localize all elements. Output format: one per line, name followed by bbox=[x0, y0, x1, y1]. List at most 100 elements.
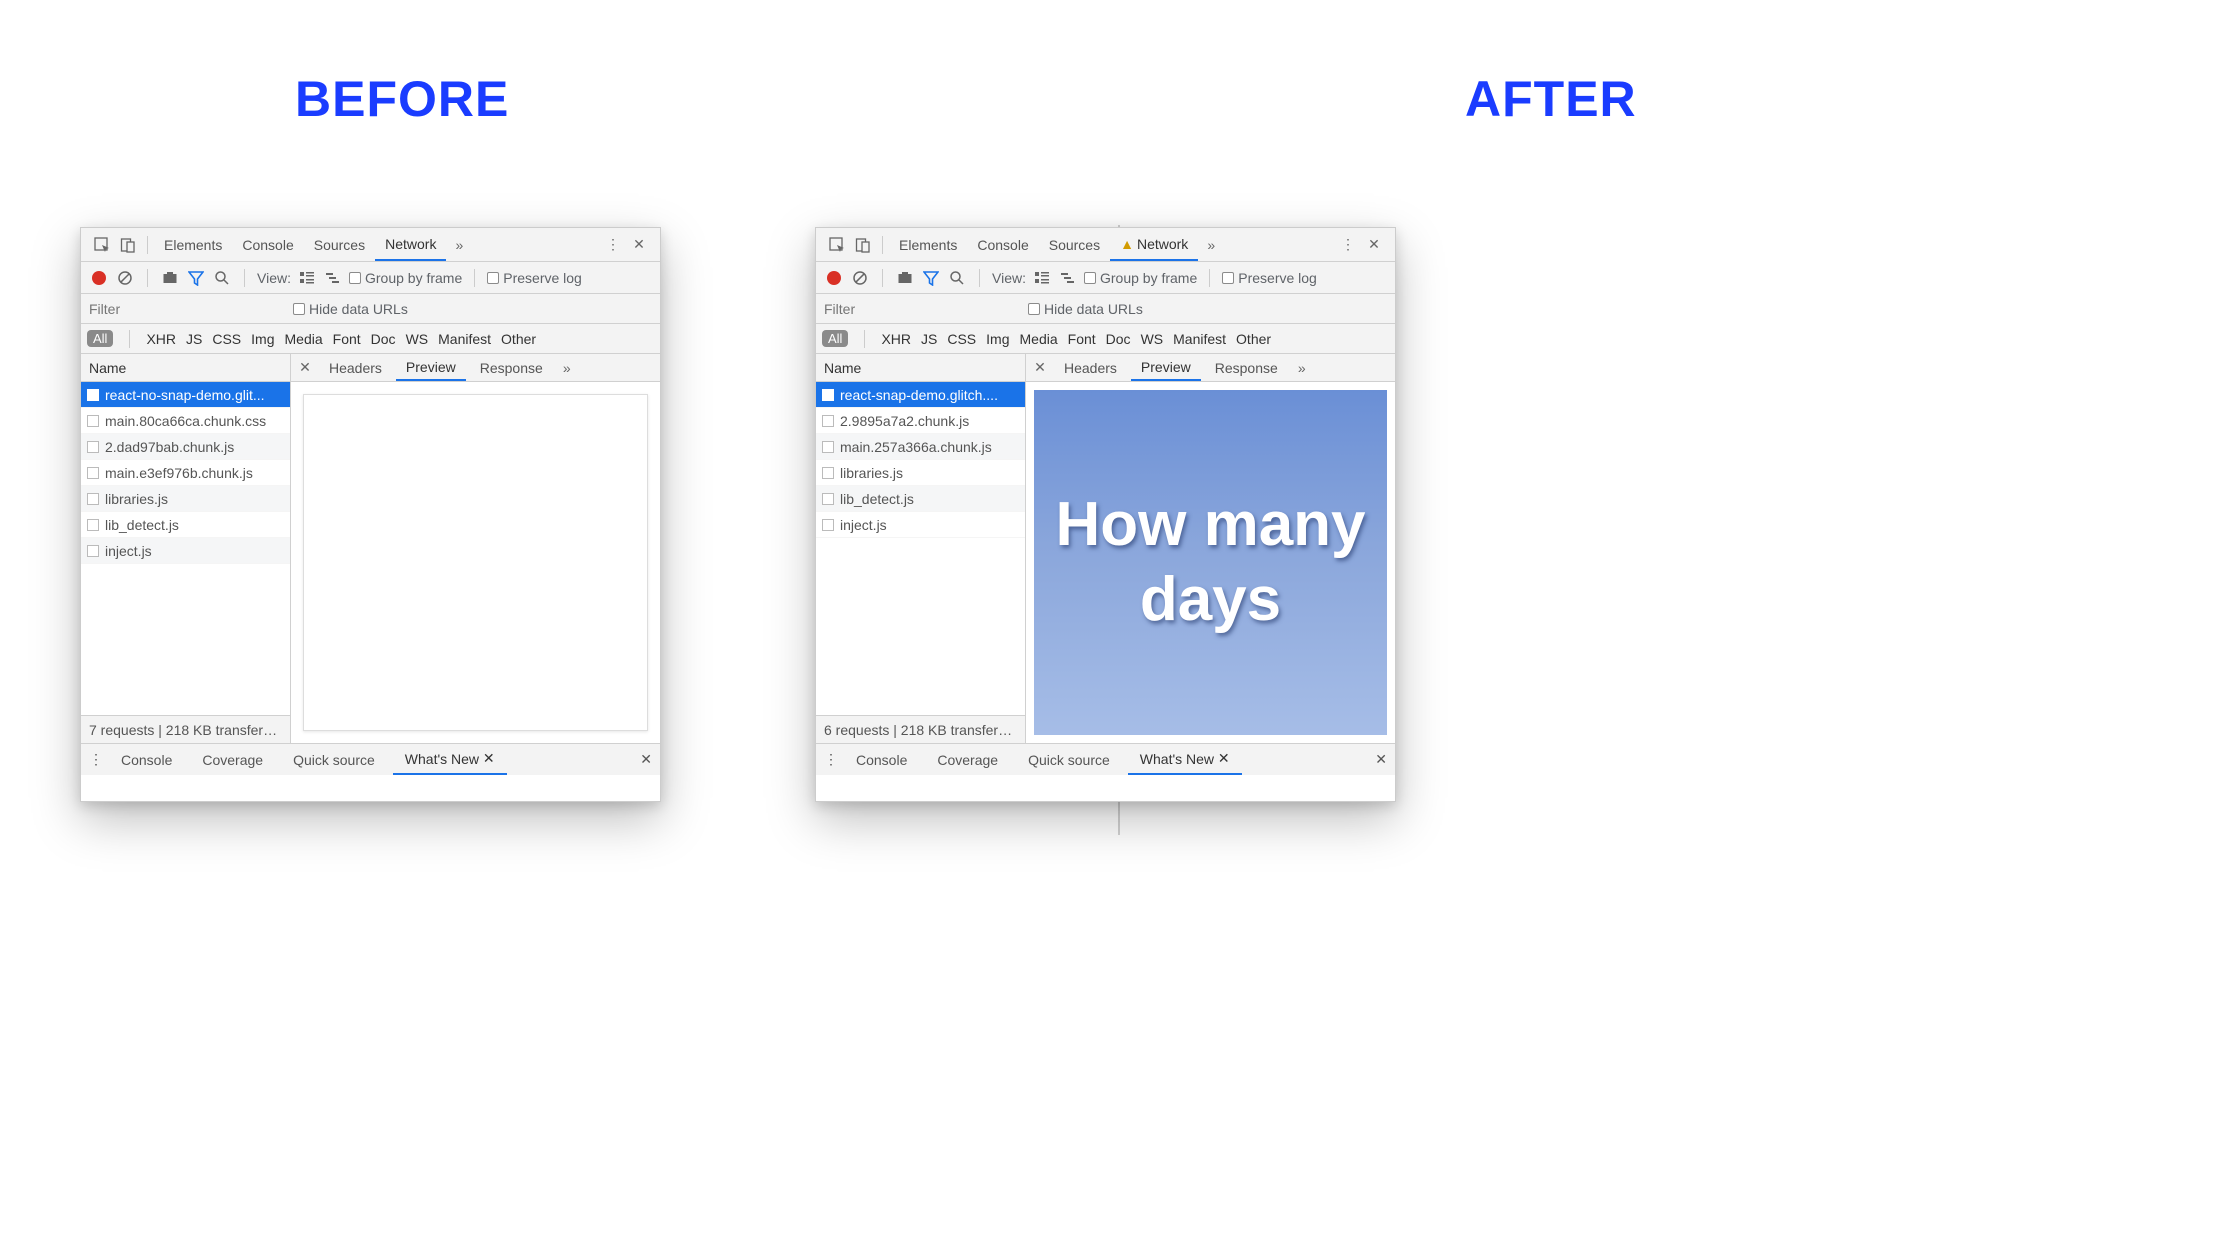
tab-sources[interactable]: Sources bbox=[1039, 228, 1110, 261]
device-toggle-icon[interactable] bbox=[117, 234, 139, 256]
tab-network[interactable]: Network bbox=[375, 228, 446, 261]
drawer-tab-coverage[interactable]: Coverage bbox=[190, 744, 275, 775]
close-detail-icon[interactable]: ✕ bbox=[295, 359, 315, 376]
more-detail-tabs-icon[interactable]: » bbox=[1292, 360, 1312, 376]
more-tabs-icon[interactable]: » bbox=[448, 234, 470, 256]
preserve-log-checkbox[interactable]: Preserve log bbox=[1222, 270, 1317, 286]
type-manifest[interactable]: Manifest bbox=[438, 331, 491, 347]
type-doc[interactable]: Doc bbox=[371, 331, 396, 347]
group-by-frame-checkbox[interactable]: Group by frame bbox=[349, 270, 462, 286]
drawer-menu-icon[interactable]: ⋮ bbox=[89, 751, 103, 768]
drawer-menu-icon[interactable]: ⋮ bbox=[824, 751, 838, 768]
type-xhr[interactable]: XHR bbox=[146, 331, 176, 347]
close-devtools-icon[interactable]: ✕ bbox=[1363, 234, 1385, 256]
clear-icon[interactable] bbox=[850, 268, 870, 288]
type-media[interactable]: Media bbox=[285, 331, 323, 347]
type-img[interactable]: Img bbox=[986, 331, 1009, 347]
capture-screenshots-icon[interactable] bbox=[895, 268, 915, 288]
close-devtools-icon[interactable]: ✕ bbox=[628, 234, 650, 256]
clear-icon[interactable] bbox=[115, 268, 135, 288]
tab-console[interactable]: Console bbox=[232, 228, 303, 261]
more-tabs-icon[interactable]: » bbox=[1200, 234, 1222, 256]
search-icon[interactable] bbox=[212, 268, 232, 288]
filter-input[interactable] bbox=[89, 299, 279, 319]
type-css[interactable]: CSS bbox=[212, 331, 241, 347]
type-doc[interactable]: Doc bbox=[1106, 331, 1131, 347]
drawer-tab-coverage[interactable]: Coverage bbox=[925, 744, 1010, 775]
filter-input[interactable] bbox=[824, 299, 1014, 319]
column-header-name[interactable]: Name bbox=[816, 354, 1025, 382]
search-icon[interactable] bbox=[947, 268, 967, 288]
request-row[interactable]: 2.dad97bab.chunk.js bbox=[81, 434, 290, 460]
type-js[interactable]: JS bbox=[921, 331, 937, 347]
tab-elements[interactable]: Elements bbox=[154, 228, 232, 261]
drawer-tab-whats-new[interactable]: What's New ✕ bbox=[393, 744, 507, 775]
preserve-log-checkbox[interactable]: Preserve log bbox=[487, 270, 582, 286]
waterfall-icon[interactable] bbox=[1058, 268, 1078, 288]
type-font[interactable]: Font bbox=[1068, 331, 1096, 347]
record-icon[interactable] bbox=[89, 268, 109, 288]
tab-console[interactable]: Console bbox=[967, 228, 1038, 261]
more-detail-tabs-icon[interactable]: » bbox=[557, 360, 577, 376]
tab-elements[interactable]: Elements bbox=[889, 228, 967, 261]
filter-toggle-icon[interactable] bbox=[921, 268, 941, 288]
close-detail-icon[interactable]: ✕ bbox=[1030, 359, 1050, 376]
large-rows-icon[interactable] bbox=[297, 268, 317, 288]
kebab-menu-icon[interactable]: ⋮ bbox=[602, 234, 624, 256]
inspect-icon[interactable] bbox=[91, 234, 113, 256]
request-row[interactable]: react-no-snap-demo.glit... bbox=[81, 382, 290, 408]
detail-tab-response[interactable]: Response bbox=[470, 354, 553, 381]
group-by-frame-checkbox[interactable]: Group by frame bbox=[1084, 270, 1197, 286]
detail-tab-response[interactable]: Response bbox=[1205, 354, 1288, 381]
type-css[interactable]: CSS bbox=[947, 331, 976, 347]
request-row[interactable]: main.80ca66ca.chunk.css bbox=[81, 408, 290, 434]
hide-data-urls-checkbox[interactable]: Hide data URLs bbox=[1028, 301, 1143, 317]
record-icon[interactable] bbox=[824, 268, 844, 288]
tab-network[interactable]: ▲Network bbox=[1110, 228, 1198, 261]
device-toggle-icon[interactable] bbox=[852, 234, 874, 256]
type-manifest[interactable]: Manifest bbox=[1173, 331, 1226, 347]
type-font[interactable]: Font bbox=[333, 331, 361, 347]
close-drawer-icon[interactable]: ✕ bbox=[640, 751, 652, 768]
request-row[interactable]: main.e3ef976b.chunk.js bbox=[81, 460, 290, 486]
request-row[interactable]: react-snap-demo.glitch.... bbox=[816, 382, 1025, 408]
close-drawer-icon[interactable]: ✕ bbox=[1375, 751, 1387, 768]
capture-screenshots-icon[interactable] bbox=[160, 268, 180, 288]
detail-tab-headers[interactable]: Headers bbox=[319, 354, 392, 381]
type-other[interactable]: Other bbox=[501, 331, 536, 347]
filter-toggle-icon[interactable] bbox=[186, 268, 206, 288]
type-ws[interactable]: WS bbox=[1141, 331, 1164, 347]
kebab-menu-icon[interactable]: ⋮ bbox=[1337, 234, 1359, 256]
large-rows-icon[interactable] bbox=[1032, 268, 1052, 288]
request-row[interactable]: inject.js bbox=[81, 538, 290, 564]
type-ws[interactable]: WS bbox=[406, 331, 429, 347]
request-row[interactable]: lib_detect.js bbox=[816, 486, 1025, 512]
hide-data-urls-checkbox[interactable]: Hide data URLs bbox=[293, 301, 408, 317]
type-media[interactable]: Media bbox=[1020, 331, 1058, 347]
request-row[interactable]: inject.js bbox=[816, 512, 1025, 538]
request-list-column: Name react-no-snap-demo.glit... main.80c… bbox=[81, 354, 291, 743]
waterfall-icon[interactable] bbox=[323, 268, 343, 288]
request-row[interactable]: libraries.js bbox=[816, 460, 1025, 486]
request-row[interactable]: lib_detect.js bbox=[81, 512, 290, 538]
type-other[interactable]: Other bbox=[1236, 331, 1271, 347]
type-js[interactable]: JS bbox=[186, 331, 202, 347]
request-row[interactable]: libraries.js bbox=[81, 486, 290, 512]
type-img[interactable]: Img bbox=[251, 331, 274, 347]
detail-tab-preview[interactable]: Preview bbox=[1131, 354, 1201, 381]
request-row[interactable]: 2.9895a7a2.chunk.js bbox=[816, 408, 1025, 434]
type-all[interactable]: All bbox=[87, 330, 113, 347]
request-row[interactable]: main.257a366a.chunk.js bbox=[816, 434, 1025, 460]
drawer-tab-console[interactable]: Console bbox=[109, 744, 184, 775]
detail-tab-headers[interactable]: Headers bbox=[1054, 354, 1127, 381]
drawer-tab-quick-source[interactable]: Quick source bbox=[1016, 744, 1122, 775]
drawer-tab-console[interactable]: Console bbox=[844, 744, 919, 775]
drawer-tab-quick-source[interactable]: Quick source bbox=[281, 744, 387, 775]
tab-sources[interactable]: Sources bbox=[304, 228, 375, 261]
type-all[interactable]: All bbox=[822, 330, 848, 347]
detail-tab-preview[interactable]: Preview bbox=[396, 354, 466, 381]
type-xhr[interactable]: XHR bbox=[881, 331, 911, 347]
column-header-name[interactable]: Name bbox=[81, 354, 290, 382]
inspect-icon[interactable] bbox=[826, 234, 848, 256]
drawer-tab-whats-new[interactable]: What's New ✕ bbox=[1128, 744, 1242, 775]
